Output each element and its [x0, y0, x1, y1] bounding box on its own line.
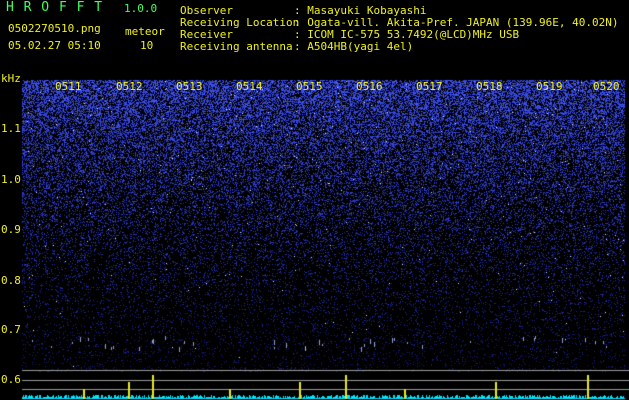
y-tick-label: 0.9	[1, 223, 21, 236]
y-tick-label: 0.8	[1, 274, 21, 287]
y-tick-label: 0.6	[1, 373, 21, 386]
meteor-count: 10	[140, 39, 154, 52]
filename: 0502270510.png	[8, 22, 101, 35]
time-label: 0515	[296, 80, 323, 93]
time-label: 0520	[593, 80, 620, 93]
time-label: 0517	[416, 80, 443, 93]
y-tick-label: 0.7	[1, 323, 21, 336]
time-label: 0518	[476, 80, 503, 93]
time-label: 0513	[176, 80, 203, 93]
time-label: 0519	[536, 80, 563, 93]
antenna-label: Receiving antenna	[180, 40, 293, 53]
time-label: 0512	[116, 80, 143, 93]
time-label: 0514	[236, 80, 263, 93]
y-axis-unit: kHz	[1, 72, 21, 85]
y-tick-label: 1.1	[1, 122, 21, 135]
app-version: 1.0.0	[124, 2, 158, 15]
time-label: 0511	[55, 80, 82, 93]
time-label: 0516	[356, 80, 383, 93]
datetime: 05.02.27 05:10	[8, 39, 101, 52]
antenna-value: : A504HB(yagi 4el)	[294, 40, 414, 53]
header-panel: H R O F F T 1.0.0 0502270510.png meteor …	[0, 0, 629, 78]
y-tick-label: 1.0	[1, 173, 21, 186]
meteor-label: meteor	[125, 25, 165, 38]
app-title: H R O F F T	[6, 0, 104, 15]
